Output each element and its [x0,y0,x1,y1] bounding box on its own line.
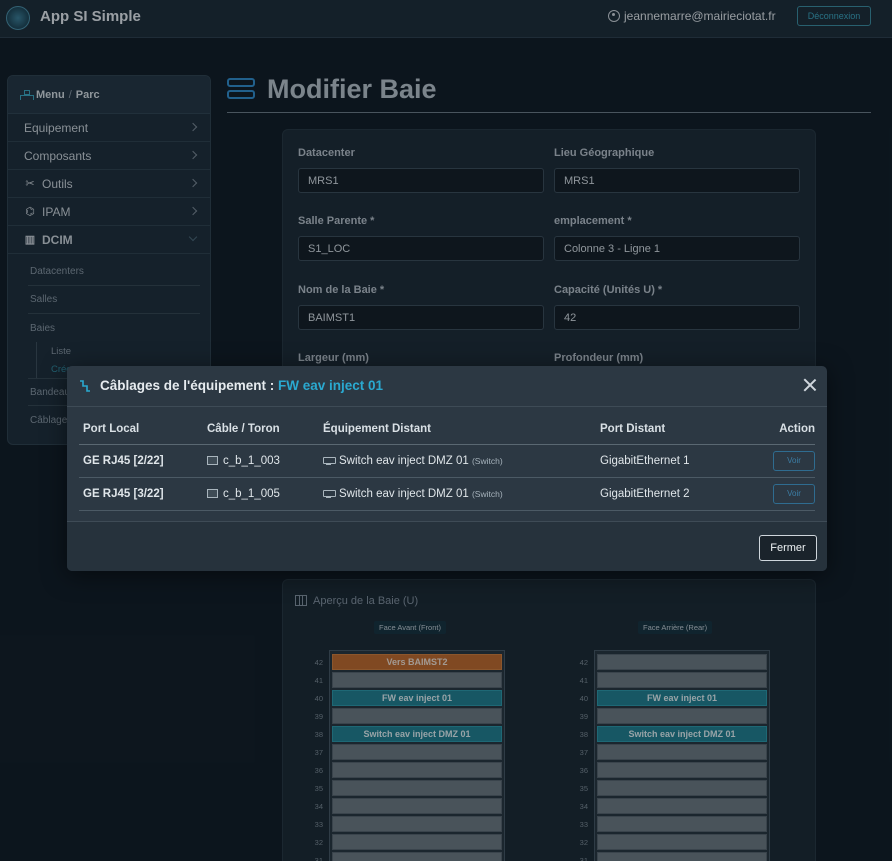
equipement-name[interactable]: Switch eav inject DMZ 01 [339,488,469,500]
equipement-type: (Switch) [471,455,503,466]
modal-footer: Fermer [67,521,827,571]
port-local-cell: GE RJ45 [2/22] [79,444,203,478]
close-button[interactable]: Fermer [759,535,817,561]
port-distant-cell: GigabitEthernet 1 [596,444,757,478]
port-local-cell: GE RJ45 [3/22] [79,477,203,511]
modal-title-prefix: Câblages de l'équipement : [100,378,275,393]
equipement-name[interactable]: Switch eav inject DMZ 01 [339,455,469,467]
port-distant-cell: GigabitEthernet 2 [596,477,757,511]
cable-name[interactable]: c_b_1_003 [223,455,280,467]
image-icon [207,455,218,465]
cablages-modal: Câblages de l'équipement : FW eav inject… [67,366,827,571]
switch-icon [323,489,336,498]
close-icon[interactable] [803,378,817,392]
column-port-local: Port Local [79,414,203,445]
equipement-cell: Switch eav inject DMZ 01 (Switch) [319,444,596,478]
cablages-table: Port Local Câble / Toron Équipement Dist… [79,414,815,511]
equipement-cell: Switch eav inject DMZ 01 (Switch) [319,477,596,511]
column-equipement: Équipement Distant [319,414,596,445]
column-cable: Câble / Toron [203,414,319,445]
table-header-row: Port Local Câble / Toron Équipement Dist… [79,414,815,445]
modal-title: Câblages de l'équipement : FW eav inject… [100,378,383,393]
column-port-distant: Port Distant [596,414,757,445]
switch-icon [323,456,336,465]
equipement-type: (Switch) [471,488,503,499]
modal-title-device: FW eav inject 01 [278,378,384,393]
cable-name[interactable]: c_b_1_005 [223,488,280,500]
column-action: Action [757,414,815,445]
modal-header: Câblages de l'équipement : FW eav inject… [67,366,827,407]
table-row: GE RJ45 [3/22] c_b_1_005 Switch eav inje… [79,477,815,511]
action-cell: Voir [757,444,815,478]
cable-cell: c_b_1_005 [203,477,319,511]
view-button[interactable]: Voir [773,450,815,471]
image-icon [207,488,218,498]
cable-icon [80,380,90,392]
cable-cell: c_b_1_003 [203,444,319,478]
action-cell: Voir [757,477,815,511]
table-row: GE RJ45 [2/22] c_b_1_003 Switch eav inje… [79,444,815,478]
view-button[interactable]: Voir [773,483,815,504]
